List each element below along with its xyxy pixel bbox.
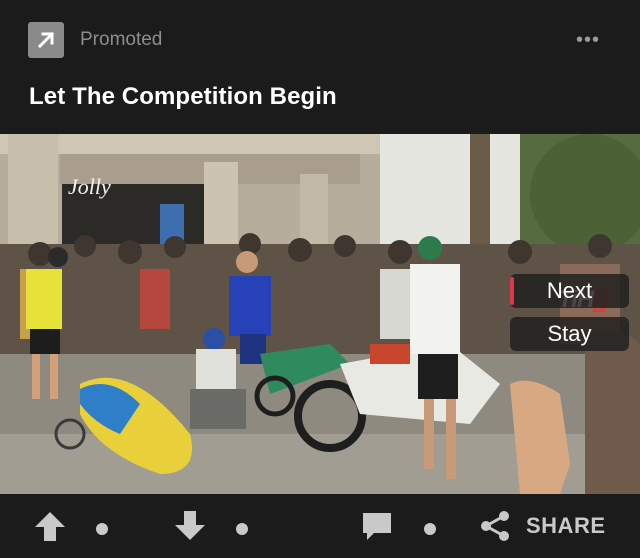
next-accent-bar <box>510 277 514 305</box>
downvote-button[interactable] <box>170 494 210 558</box>
share-label: SHARE <box>526 513 606 538</box>
arrow-up-icon <box>35 512 65 541</box>
next-video-button[interactable]: Next <box>510 274 629 308</box>
arrow-down-icon <box>175 511 205 540</box>
next-label: Next <box>546 278 593 303</box>
video-frame: Jolly <box>0 134 640 494</box>
comment-button[interactable] <box>357 494 397 558</box>
comment-icon <box>363 513 391 540</box>
post-header: Promoted ••• Let The Competition Begin <box>0 0 640 134</box>
promoted-row: Promoted <box>28 22 162 58</box>
share-button[interactable]: SHARE <box>478 494 618 558</box>
more-dots-icon[interactable]: ••• <box>576 30 600 50</box>
upvote-button[interactable] <box>30 494 70 558</box>
video-player[interactable]: Jolly <box>0 134 640 494</box>
post-title[interactable]: Let The Competition Begin <box>29 83 337 111</box>
stay-label: Stay <box>547 321 592 346</box>
storefront-sign: Jolly <box>68 174 111 199</box>
promoted-label: Promoted <box>80 29 163 50</box>
stay-button[interactable]: Stay <box>510 317 629 351</box>
arrow-up-right-icon[interactable] <box>28 22 64 58</box>
action-bar: SHARE <box>0 494 640 558</box>
comment-separator-dot <box>424 523 436 535</box>
share-icon <box>481 511 509 541</box>
downvote-separator-dot <box>236 523 248 535</box>
vote-separator-dot <box>96 523 108 535</box>
